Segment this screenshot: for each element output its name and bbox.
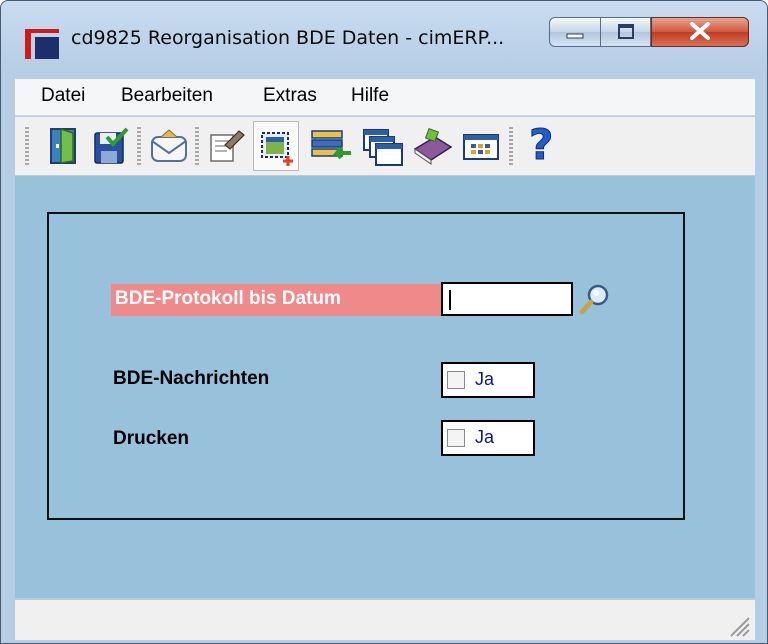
exit-door-icon bbox=[50, 127, 76, 164]
app-logo-icon bbox=[25, 29, 59, 59]
book-icon bbox=[413, 127, 453, 165]
windows-button[interactable] bbox=[357, 121, 403, 171]
lookup-magnifier-icon[interactable] bbox=[577, 282, 611, 316]
book-button[interactable] bbox=[407, 121, 453, 171]
menu-bearbeiten[interactable]: Bearbeiten bbox=[121, 85, 213, 107]
grid-view-icon bbox=[463, 134, 499, 160]
mail-icon bbox=[151, 129, 187, 162]
application-window: cd9825 Reorganisation BDE Daten - cimERP… bbox=[0, 0, 768, 644]
save-icon bbox=[94, 127, 129, 164]
transfer-list-icon bbox=[311, 130, 351, 160]
close-button[interactable] bbox=[651, 17, 749, 47]
grid-view-button[interactable] bbox=[457, 121, 503, 171]
drucken-checkbox[interactable]: Ja bbox=[441, 420, 535, 456]
new-record-icon bbox=[261, 132, 293, 166]
edit-document-icon bbox=[210, 130, 245, 162]
close-icon bbox=[690, 22, 710, 40]
status-bar bbox=[15, 599, 755, 640]
menu-bar: Datei Bearbeiten Extras Hilfe bbox=[15, 79, 755, 116]
maximize-button[interactable] bbox=[601, 17, 651, 47]
form-panel: BDE-Protokoll bis Datum BDE-Nachrichten … bbox=[47, 212, 685, 520]
drucken-label: Drucken bbox=[113, 428, 190, 449]
toolbar-grip[interactable] bbox=[25, 127, 29, 165]
menu-extras[interactable]: Extras bbox=[263, 85, 317, 107]
toolbar-separator bbox=[509, 127, 513, 165]
menu-datei[interactable]: Datei bbox=[41, 85, 85, 107]
bde-protokoll-label: BDE-Protokoll bis Datum bbox=[111, 284, 443, 316]
window-title: cd9825 Reorganisation BDE Daten - cimERP… bbox=[71, 27, 505, 49]
menu-hilfe[interactable]: Hilfe bbox=[351, 85, 389, 107]
help-glyph: ? bbox=[529, 121, 553, 167]
title-bar[interactable]: cd9825 Reorganisation BDE Daten - cimERP… bbox=[1, 1, 767, 69]
checkbox-box[interactable] bbox=[447, 371, 465, 389]
checkbox-label: Ja bbox=[475, 369, 495, 389]
minimize-icon bbox=[566, 33, 584, 39]
resize-grip-icon[interactable] bbox=[725, 612, 751, 638]
toolbar-separator bbox=[195, 127, 199, 165]
exit-button[interactable] bbox=[39, 121, 85, 171]
help-button[interactable]: ? bbox=[519, 121, 565, 171]
form-workspace: BDE-Protokoll bis Datum BDE-Nachrichten … bbox=[15, 176, 755, 598]
maximize-icon bbox=[618, 24, 634, 39]
checkbox-label: Ja bbox=[475, 427, 495, 447]
bde-nachrichten-label: BDE-Nachrichten bbox=[113, 368, 270, 389]
text-caret bbox=[449, 290, 451, 310]
toolbar-separator bbox=[137, 127, 141, 165]
transfer-button[interactable] bbox=[305, 121, 351, 171]
mail-button[interactable] bbox=[145, 121, 191, 171]
toolbar: ? bbox=[15, 117, 755, 176]
checkbox-box[interactable] bbox=[447, 429, 465, 447]
new-record-button[interactable] bbox=[253, 121, 299, 171]
copy-windows-icon bbox=[363, 129, 403, 166]
edit-button[interactable] bbox=[203, 121, 249, 171]
minimize-button[interactable] bbox=[549, 17, 601, 47]
help-icon: ? bbox=[529, 121, 554, 167]
bde-nachrichten-checkbox[interactable]: Ja bbox=[441, 362, 535, 398]
bde-protokoll-date-input[interactable] bbox=[441, 282, 573, 316]
save-button[interactable] bbox=[87, 121, 133, 171]
